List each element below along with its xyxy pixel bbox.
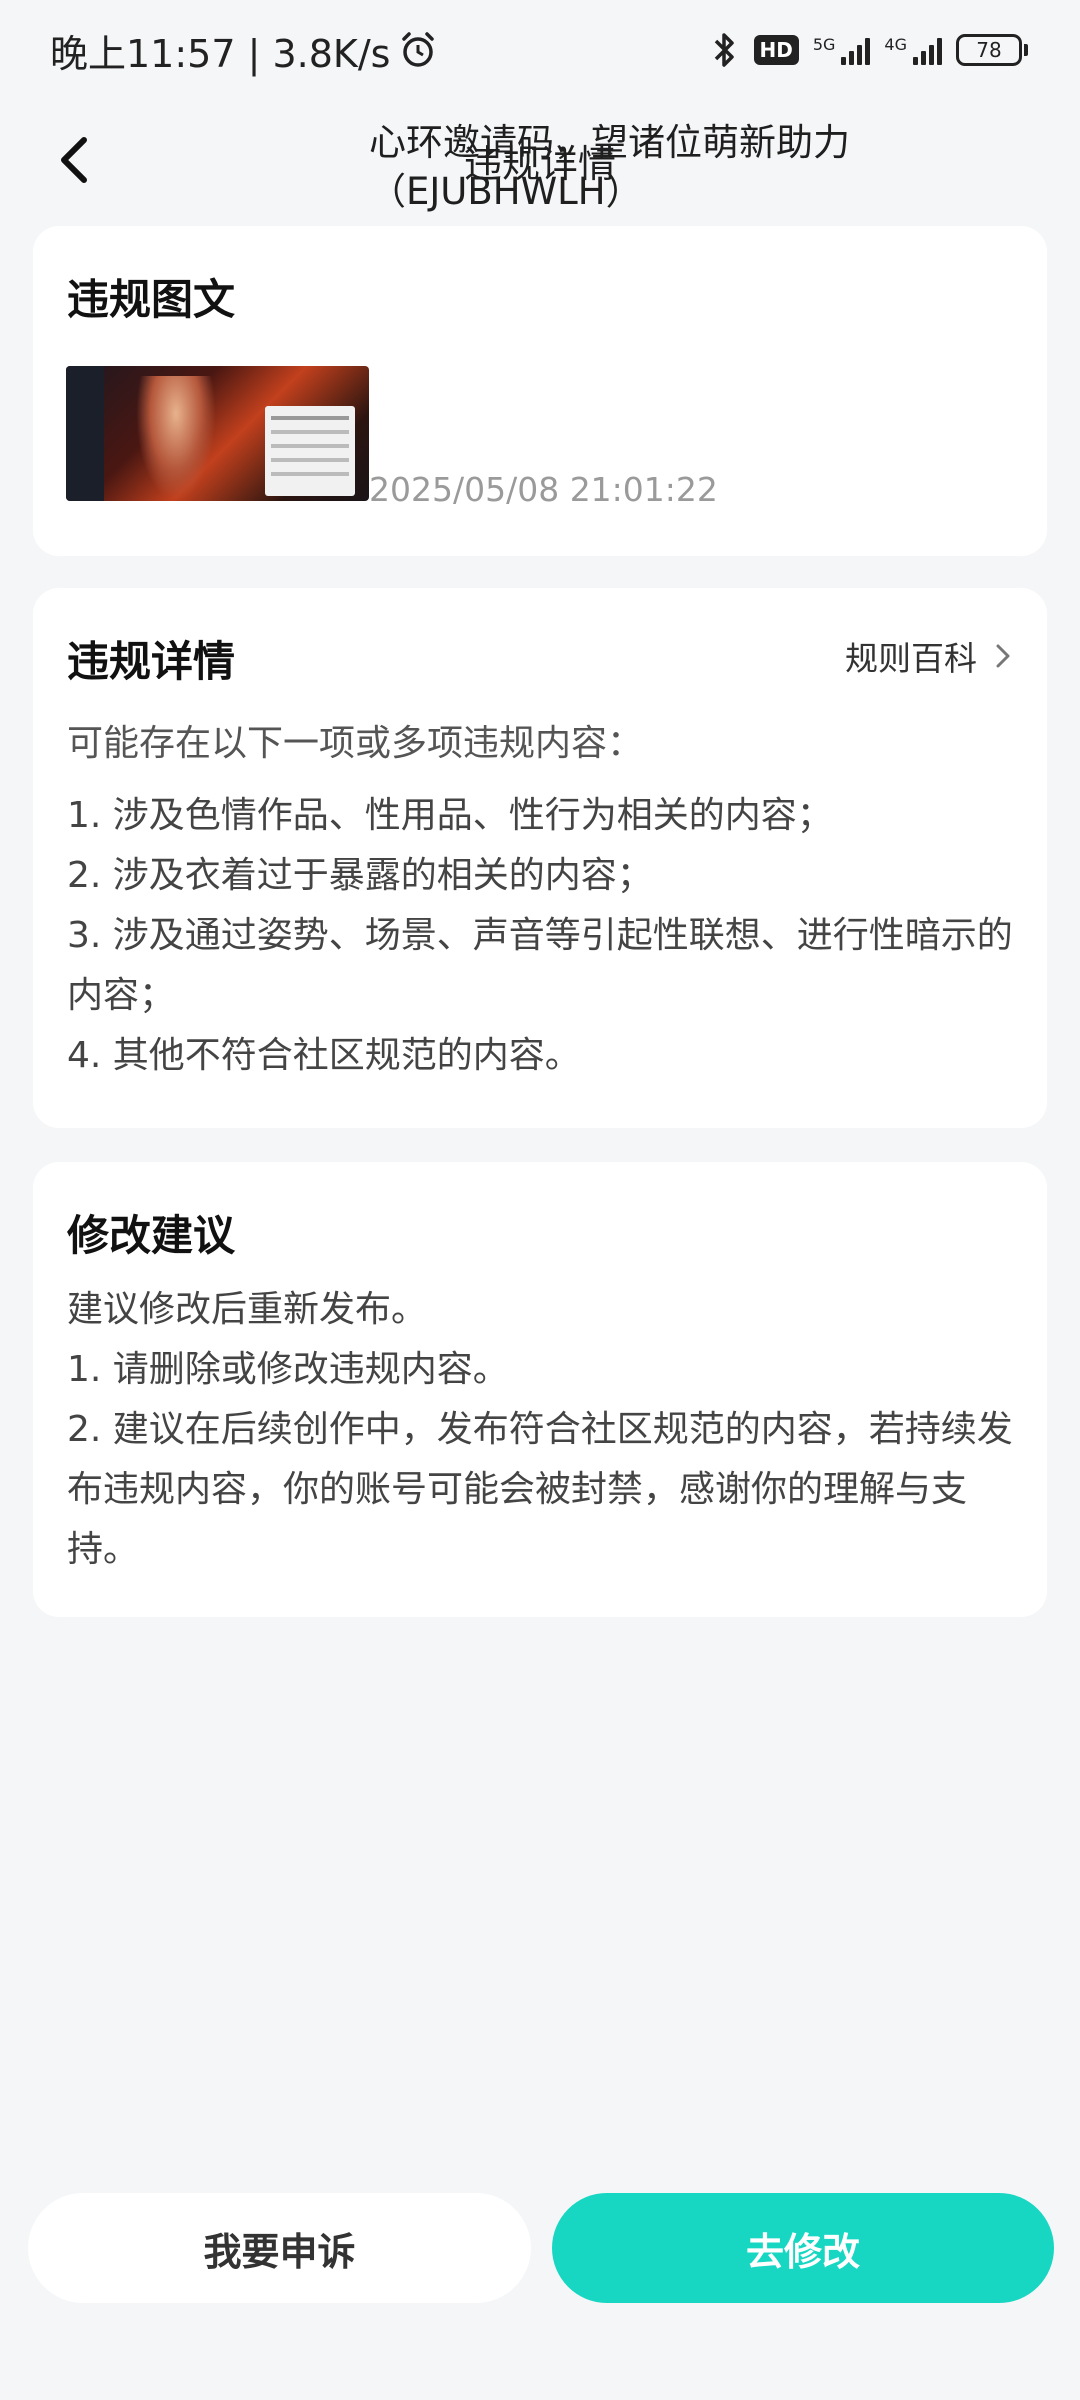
battery-level: 78 (956, 34, 1022, 66)
list-item: 3. 涉及通过姿势、场景、声音等引起性联想、进行性暗示的内容； (67, 915, 1013, 1016)
net-4g-label: 4G (884, 35, 907, 54)
status-left: 晚上11:57 | 3.8K/s (50, 23, 438, 78)
alarm-icon (402, 32, 435, 67)
net-5g-label: 5G (812, 35, 836, 54)
chevron-right-icon (996, 644, 1010, 668)
back-arrow-icon (61, 137, 87, 183)
signal-4g: 4G (884, 35, 942, 65)
violation-detail-card: 违规详情 规则百科 可能存在以下一项或多项违规内容： 1. 涉及色情作品、性用品… (33, 588, 1047, 1128)
list-item: 2. 涉及衣着过于暴露的相关的内容； (67, 855, 653, 896)
card-title: 违规详情 (67, 637, 236, 686)
edit-button[interactable]: 去修改 (552, 2193, 1054, 2303)
advice-line: 2. 建议在后续创作中，发布符合社区规范的内容，若持续发布违规内容，你的账号可能… (67, 1409, 1013, 1570)
list-item: 1. 涉及色情作品、性用品、性行为相关的内容； (67, 795, 833, 836)
advice-card: 修改建议 建议修改后重新发布。 1. 请删除或修改违规内容。 2. 建议在后续创… (33, 1162, 1047, 1617)
status-right: HD 5G 4G 78 (710, 31, 1028, 69)
bluetooth-icon (714, 33, 734, 67)
rules-link-label: 规则百科 (845, 639, 977, 678)
status-time-speed: 晚上11:57 | 3.8K/s (50, 31, 391, 76)
appeal-button[interactable]: 我要申诉 (28, 2193, 531, 2303)
advice-text: 建议修改后重新发布。 1. 请删除或修改违规内容。 2. 建议在后续创作中，发布… (67, 1280, 1027, 1580)
advice-line: 建议修改后重新发布。 (67, 1289, 428, 1330)
detail-intro: 可能存在以下一项或多项违规内容： (67, 723, 644, 764)
violation-list: 1. 涉及色情作品、性用品、性行为相关的内容； 2. 涉及衣着过于暴露的相关的内… (67, 786, 1027, 1086)
back-button[interactable] (46, 132, 102, 188)
post-thumbnail[interactable] (66, 366, 369, 501)
post-title[interactable]: 心环邀请码，望诸位萌新助力（EJUBHWLH） (369, 118, 1019, 216)
card-title: 违规图文 (67, 275, 236, 324)
advice-line: 1. 请删除或修改违规内容。 (67, 1349, 509, 1390)
status-bar: 晚上11:57 | 3.8K/s HD 5G 4G 78 (0, 0, 1080, 100)
signal-5g: 5G (813, 35, 871, 65)
card-title: 修改建议 (67, 1211, 236, 1260)
post-time: 2025/05/08 21:01:22 (369, 470, 718, 509)
rules-wiki-link[interactable]: 规则百科 (845, 632, 1011, 680)
hd-badge: HD (753, 35, 799, 65)
battery-icon: 78 (956, 34, 1028, 66)
signal-icon (913, 35, 942, 65)
signal-icon (841, 35, 871, 65)
list-item: 4. 其他不符合社区规范的内容。 (67, 1035, 581, 1076)
